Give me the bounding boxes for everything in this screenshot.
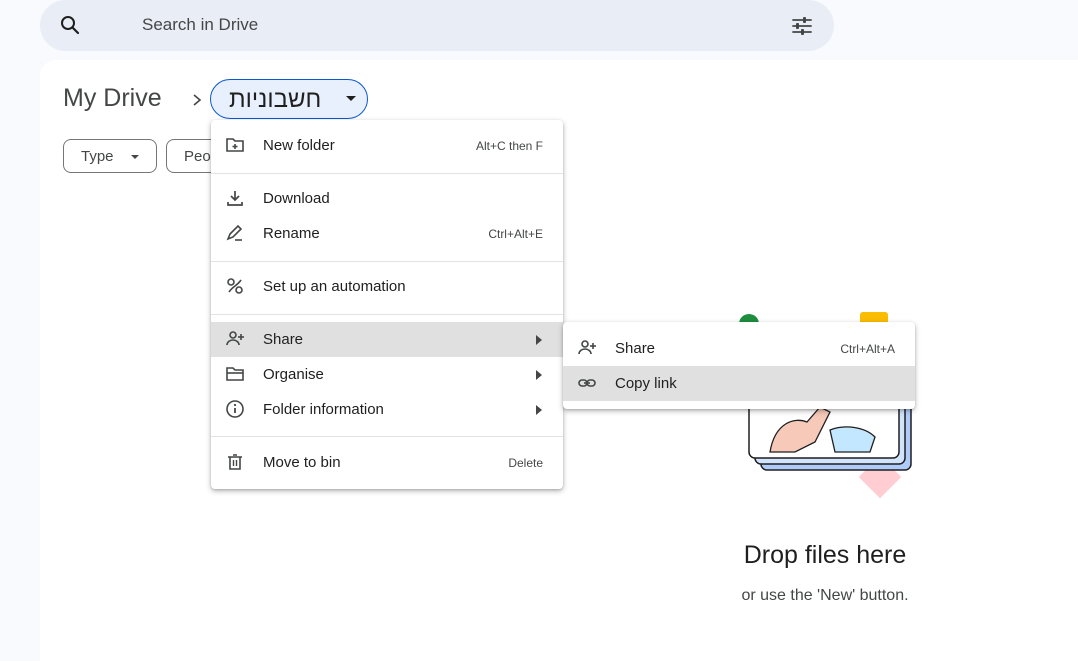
menu-item-download[interactable]: Download <box>211 181 563 216</box>
submenu-item-shortcut: Ctrl+Alt+A <box>840 342 895 356</box>
empty-state-subtitle: or use the 'New' button. <box>741 587 909 604</box>
info-icon <box>226 400 244 418</box>
menu-item-share[interactable]: Share <box>211 322 563 357</box>
folder-context-menu: New folder Alt+C then F Download Rename … <box>211 120 563 489</box>
menu-item-move-to-bin[interactable]: Move to bin Delete <box>211 445 563 480</box>
submenu-arrow-icon <box>536 370 542 380</box>
menu-item-shortcut: Delete <box>508 456 543 470</box>
search-options-icon[interactable] <box>790 14 814 38</box>
breadcrumb-current-label: חשבוניות <box>229 86 322 113</box>
share-icon <box>578 340 596 355</box>
bin-icon <box>228 454 242 470</box>
filter-type-label: Type <box>81 148 114 165</box>
submenu-item-share[interactable]: Share Ctrl+Alt+A <box>563 331 915 366</box>
menu-divider <box>211 173 563 174</box>
submenu-arrow-icon <box>536 405 542 415</box>
search-bar[interactable]: Search in Drive <box>40 0 834 51</box>
menu-item-label: Move to bin <box>263 454 341 471</box>
link-icon <box>578 379 596 387</box>
menu-item-new-folder[interactable]: New folder Alt+C then F <box>211 128 563 163</box>
submenu-arrow-icon <box>536 335 542 345</box>
empty-state-title: Drop files here <box>743 541 907 569</box>
menu-divider <box>211 436 563 437</box>
organise-icon <box>226 367 244 381</box>
menu-item-label: New folder <box>263 137 335 154</box>
menu-item-label: Download <box>263 190 330 207</box>
menu-item-label: Share <box>263 331 304 348</box>
search-input[interactable]: Search in Drive <box>142 15 258 35</box>
menu-divider <box>211 261 563 262</box>
menu-item-organise[interactable]: Organise <box>211 357 563 392</box>
menu-divider <box>211 314 563 315</box>
share-submenu: Share Ctrl+Alt+A Copy link <box>563 322 915 409</box>
filter-people-label: Peo <box>184 148 211 165</box>
menu-item-label: Organise <box>263 366 324 383</box>
caret-down-icon <box>131 155 139 159</box>
chevron-right-icon <box>193 94 202 106</box>
menu-item-rename[interactable]: Rename Ctrl+Alt+E <box>211 216 563 251</box>
menu-item-folder-information[interactable]: Folder information <box>211 392 563 427</box>
submenu-item-label: Copy link <box>615 375 677 392</box>
breadcrumb-my-drive[interactable]: My Drive <box>63 84 162 113</box>
automation-icon <box>227 278 243 294</box>
share-icon <box>226 331 244 346</box>
breadcrumb-current-folder[interactable]: חשבוניות <box>210 79 368 119</box>
menu-item-label: Set up an automation <box>263 278 406 295</box>
filter-type-chip[interactable]: Type <box>63 139 157 173</box>
caret-down-icon <box>346 96 356 101</box>
menu-item-automation[interactable]: Set up an automation <box>211 269 563 304</box>
menu-item-label: Folder information <box>263 401 384 418</box>
submenu-item-copy-link[interactable]: Copy link <box>563 366 915 401</box>
download-icon <box>227 191 243 206</box>
new-folder-icon <box>226 138 244 152</box>
rename-icon <box>226 224 243 241</box>
search-icon[interactable] <box>58 13 82 37</box>
menu-item-label: Rename <box>263 225 320 242</box>
submenu-item-label: Share <box>615 340 656 357</box>
menu-item-shortcut: Alt+C then F <box>475 139 543 153</box>
menu-item-shortcut: Ctrl+Alt+E <box>488 227 543 241</box>
